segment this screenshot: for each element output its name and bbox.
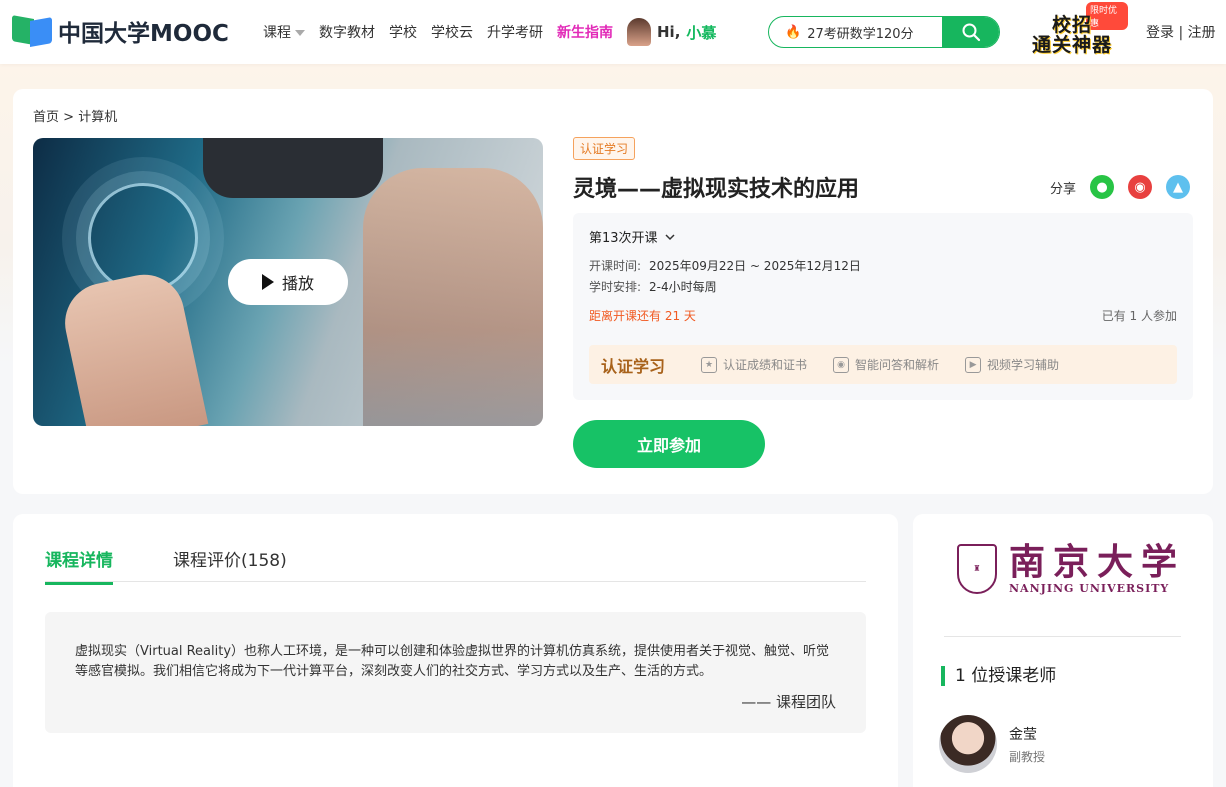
join-now-button[interactable]: 立即参加 <box>573 420 765 468</box>
intro-signature: —— 课程团队 <box>741 693 836 711</box>
certificate-icon: ★ <box>701 356 718 373</box>
search-icon <box>962 23 980 42</box>
teacher-item[interactable]: 金莹 副教授 <box>939 715 1045 773</box>
feature-ai-qa: ◉ 智能问答和解析 <box>833 356 939 373</box>
hours-value: 2-4小时每周 <box>649 280 717 294</box>
cover-hand <box>57 267 209 426</box>
weibo-share-icon[interactable]: ◉ <box>1128 175 1153 199</box>
greeting-name: 小慕 <box>686 23 717 42</box>
register-link[interactable]: 注册 <box>1188 25 1216 41</box>
greeting[interactable]: Hi, 小慕 <box>627 18 716 46</box>
course-summary-card: 首页 > 计算机 播放 认证学习 灵境——虚拟现实技术的应用 分享 ● ◉ ▲ … <box>13 89 1213 494</box>
course-cover-video[interactable]: 播放 <box>33 138 543 426</box>
top-header: 中国大学MOOC 课程 数字教材 学校 学校云 升学考研 新生指南 Hi, 小慕… <box>0 0 1226 64</box>
countdown-text: 距离开课还有 21 天 <box>589 309 696 323</box>
teacher-name: 金莹 <box>1009 726 1037 743</box>
feature-video-aid: ▶ 视频学习辅助 <box>965 356 1059 373</box>
university-name-cn: 南京大学 <box>1009 541 1186 583</box>
schedule-key: 开课时间: <box>589 259 642 273</box>
course-title: 灵境——虚拟现实技术的应用 <box>573 177 860 202</box>
tab-course-reviews[interactable]: 课程评价(158) <box>173 546 287 571</box>
term-label: 第13次开课 <box>589 231 658 246</box>
schedule-value: 2025年09月22日 ~ 2025年12月12日 <box>649 259 861 273</box>
play-button[interactable]: 播放 <box>228 259 348 305</box>
share-bar: 分享 ● ◉ ▲ <box>1050 175 1191 199</box>
university-seal-icon: ♜ <box>957 543 997 594</box>
share-label: 分享 <box>1050 181 1077 197</box>
auth-divider: | <box>1178 25 1184 41</box>
cert-title: 认证学习 <box>601 356 666 376</box>
nav-postgrad[interactable]: 升学考研 <box>487 22 543 42</box>
teachers-heading: 1 位授课老师 <box>941 666 1056 686</box>
search-bar: 🔥 27考研数学120分 <box>768 16 1000 48</box>
promo-line2: 通关神器 <box>1032 34 1113 56</box>
feature-ai-qa-label: 智能问答和解析 <box>855 358 940 372</box>
mascot-avatar-icon <box>627 18 651 46</box>
login-link[interactable]: 登录 <box>1146 25 1174 41</box>
nav-courses-label: 课程 <box>263 25 291 41</box>
nav-school-cloud[interactable]: 学校云 <box>431 22 473 42</box>
hours-key: 学时安排: <box>589 280 642 294</box>
cover-person <box>363 168 543 426</box>
university-card: ♜ 南京大学 NANJING UNIVERSITY 1 位授课老师 金莹 副教授 <box>913 514 1213 787</box>
certified-badge: 认证学习 <box>573 137 636 160</box>
search-button[interactable] <box>942 17 999 47</box>
intro-text: 虚拟现实（Virtual Reality）也称人工环境，是一种可以创建和体验虚拟… <box>75 644 830 679</box>
robot-icon: ◉ <box>833 356 850 373</box>
cover-vr-headset <box>203 138 383 198</box>
course-info-panel: 第13次开课 开课时间: 2025年09月22日 ~ 2025年12月12日 学时… <box>573 213 1193 400</box>
video-icon: ▶ <box>965 356 982 373</box>
breadcrumb-home[interactable]: 首页 <box>33 110 59 125</box>
greeting-prefix: Hi, <box>657 23 681 41</box>
breadcrumb-current[interactable]: 计算机 <box>78 110 117 125</box>
qq-share-icon[interactable]: ▲ <box>1166 175 1191 199</box>
schedule-row: 开课时间: 2025年09月22日 ~ 2025年12月12日 <box>589 257 861 274</box>
play-icon <box>261 274 274 290</box>
chevron-down-icon <box>665 233 675 240</box>
course-intro: 虚拟现实（Virtual Reality）也称人工环境，是一种可以创建和体验虚拟… <box>45 612 866 733</box>
participants-count: 已有 1 人参加 <box>1101 309 1177 323</box>
site-logo[interactable]: 中国大学MOOC <box>12 14 229 48</box>
breadcrumb: 首页 > 计算机 <box>33 106 117 125</box>
main-nav: 课程 数字教材 学校 学校云 升学考研 新生指南 Hi, 小慕 <box>263 0 716 64</box>
side-divider <box>944 636 1181 637</box>
fire-icon: 🔥 <box>785 24 802 40</box>
caret-down-icon <box>295 30 305 36</box>
auth-links: 登录 | 注册 <box>1146 22 1216 42</box>
tab-course-detail[interactable]: 课程详情 <box>45 546 113 585</box>
campus-recruit-promo[interactable]: 限时优惠 校招 通关神器 <box>1024 2 1128 60</box>
university-name-en: NANJING UNIVERSITY <box>1009 582 1170 595</box>
nav-schools[interactable]: 学校 <box>389 22 417 42</box>
wechat-share-icon[interactable]: ● <box>1090 175 1115 199</box>
term-selector[interactable]: 第13次开课 <box>589 227 676 246</box>
mooc-logo-icon <box>12 15 52 47</box>
nav-courses[interactable]: 课程 <box>263 22 305 42</box>
hours-row: 学时安排: 2-4小时每周 <box>589 278 717 295</box>
teacher-rank: 副教授 <box>1009 749 1046 764</box>
detail-tabs: 课程详情 课程评价(158) <box>45 514 866 585</box>
play-label: 播放 <box>281 274 314 293</box>
nav-freshman-guide[interactable]: 新生指南 <box>557 22 613 42</box>
university-logo[interactable]: ♜ 南京大学 NANJING UNIVERSITY <box>957 542 1185 595</box>
breadcrumb-sep: > <box>63 110 75 125</box>
nav-digital-textbook[interactable]: 数字教材 <box>319 22 375 42</box>
feature-video-aid-label: 视频学习辅助 <box>987 358 1060 372</box>
feature-certificate-label: 认证成绩和证书 <box>723 358 808 372</box>
logo-text: 中国大学MOOC <box>58 21 229 47</box>
search-input[interactable]: 🔥 27考研数学120分 <box>769 17 942 47</box>
promo-tag: 限时优惠 <box>1086 2 1128 30</box>
teacher-avatar <box>939 715 997 773</box>
course-detail-card: 课程详情 课程评价(158) 虚拟现实（Virtual Reality）也称人工… <box>13 514 898 787</box>
feature-certificate: ★ 认证成绩和证书 <box>701 356 807 373</box>
search-placeholder: 27考研数学120分 <box>807 26 914 42</box>
certification-strip[interactable]: 认证学习 ★ 认证成绩和证书 ◉ 智能问答和解析 ▶ 视频学习辅助 <box>589 345 1177 384</box>
